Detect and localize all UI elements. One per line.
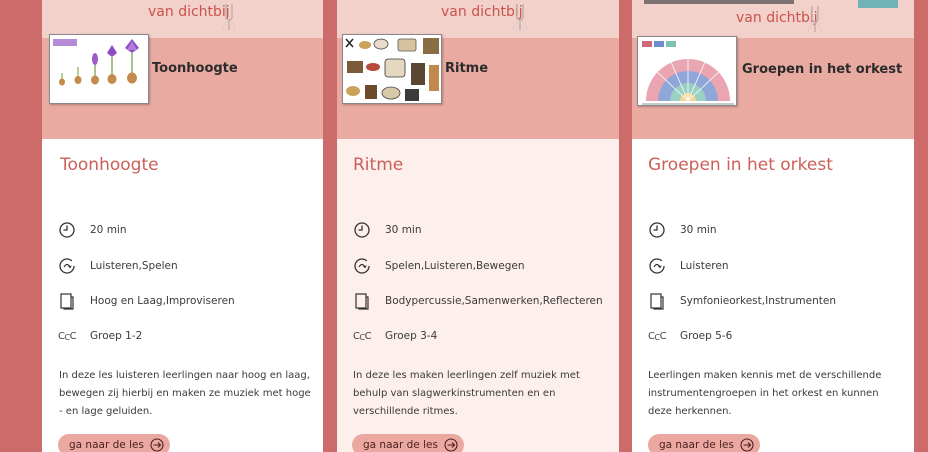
banner-title: Toonhoogte (152, 61, 238, 76)
right-accent-band (914, 0, 928, 452)
document-icon (355, 293, 369, 310)
card-banner: van dichtbij Groepen in het orkest (632, 0, 914, 139)
activities-text: Luisteren,Spelen (90, 260, 178, 272)
arrow-right-circle-icon (444, 438, 458, 452)
card-gutter (619, 0, 632, 452)
topics-row: Hoog en Laag,Improviseren (58, 292, 235, 310)
arrow-right-circle-icon (740, 438, 754, 452)
lesson-title[interactable]: Toonhoogte (60, 155, 159, 175)
group-row: CCC Groep 3-4 (353, 327, 437, 345)
clock-icon (59, 222, 75, 238)
activities-row: Luisteren,Spelen (58, 257, 178, 275)
activities-text: Luisteren (680, 260, 729, 272)
duration-row: 30 min (353, 221, 422, 239)
arrow-right-circle-icon (150, 438, 164, 452)
topics-text: Hoog en Laag,Improviseren (90, 295, 235, 307)
lesson-description: Leerlingen maken kennis met de verschill… (648, 370, 882, 417)
go-to-lesson-button[interactable]: ga naar de les (58, 434, 170, 452)
group-text: Groep 1-2 (90, 330, 143, 342)
group-row: CCC Groep 1-2 (58, 327, 142, 345)
group-text: Groep 5-6 (680, 330, 733, 342)
activities-text: Spelen,Luisteren,Bewegen (385, 260, 525, 272)
duration-text: 20 min (90, 224, 127, 236)
lesson-card-toonhoogte[interactable]: van dichtbij Toonhoogte Toonhoogte 20 mi… (42, 0, 323, 452)
brand-text: van dichtbij (441, 4, 523, 20)
go-to-lesson-label: ga naar de les (69, 439, 144, 451)
percussion-instruments-image (343, 35, 441, 103)
cycle-icon (649, 258, 665, 274)
crocus-bulbs-image (50, 35, 148, 103)
card-gutter (323, 0, 337, 452)
ccc-icon: CCC (648, 330, 667, 342)
tuning-fork-icon (222, 4, 236, 30)
group-row: CCC Groep 5-6 (648, 327, 732, 345)
brand-text: van dichtbij (736, 10, 818, 26)
activities-row: Luisteren (648, 257, 729, 275)
go-to-lesson-button[interactable]: ga naar de les (352, 434, 464, 452)
corner-badge (858, 0, 898, 8)
logo-fragment (644, 0, 794, 4)
group-text: Groep 3-4 (385, 330, 438, 342)
lesson-description: In deze les maken leerlingen zelf muziek… (353, 370, 580, 417)
duration-text: 30 min (385, 224, 422, 236)
clock-icon (354, 222, 370, 238)
lesson-title[interactable]: Ritme (353, 155, 403, 175)
tuning-fork-icon (808, 6, 822, 32)
cycle-icon (59, 258, 75, 274)
tuning-fork-icon (513, 4, 527, 30)
activities-row: Spelen,Luisteren,Bewegen (353, 257, 524, 275)
lesson-description: In deze les luisteren leerlingen naar ho… (59, 370, 311, 417)
topics-text: Bodypercussie,Samenwerken,Reflecteren (385, 295, 603, 307)
lesson-thumbnail (49, 34, 149, 104)
clock-icon (649, 222, 665, 238)
document-icon (650, 293, 664, 310)
lesson-card-groepen-in-het-orkest[interactable]: van dichtbij Groepen in het orkest Groep… (632, 0, 914, 452)
lesson-thumbnail (342, 34, 442, 104)
orchestra-seating-image (638, 37, 736, 105)
go-to-lesson-label: ga naar de les (659, 439, 734, 451)
topics-text: Symfonieorkest,Instrumenten (680, 295, 836, 307)
lesson-title[interactable]: Groepen in het orkest (648, 155, 833, 175)
topics-row: Symfonieorkest,Instrumenten (648, 292, 836, 310)
left-accent-band (0, 0, 42, 452)
topics-row: Bodypercussie,Samenwerken,Reflecteren (353, 292, 603, 310)
go-to-lesson-label: ga naar de les (363, 439, 438, 451)
cycle-icon (354, 258, 370, 274)
lesson-thumbnail (637, 36, 737, 106)
duration-row: 20 min (58, 221, 127, 239)
go-to-lesson-button[interactable]: ga naar de les (648, 434, 760, 452)
card-banner: van dichtbij Ritme (337, 0, 619, 139)
lesson-card-ritme[interactable]: van dichtbij Ritme Ritme 30 min Spelen,L… (337, 0, 619, 452)
card-banner: van dichtbij Toonhoogte (42, 0, 323, 139)
duration-row: 30 min (648, 221, 717, 239)
banner-title: Ritme (445, 61, 489, 76)
banner-title: Groepen in het orkest (742, 62, 903, 77)
brand-text: van dichtbij (148, 4, 230, 20)
ccc-icon: CCC (353, 330, 372, 342)
duration-text: 30 min (680, 224, 717, 236)
document-icon (60, 293, 74, 310)
ccc-icon: CCC (58, 330, 77, 342)
